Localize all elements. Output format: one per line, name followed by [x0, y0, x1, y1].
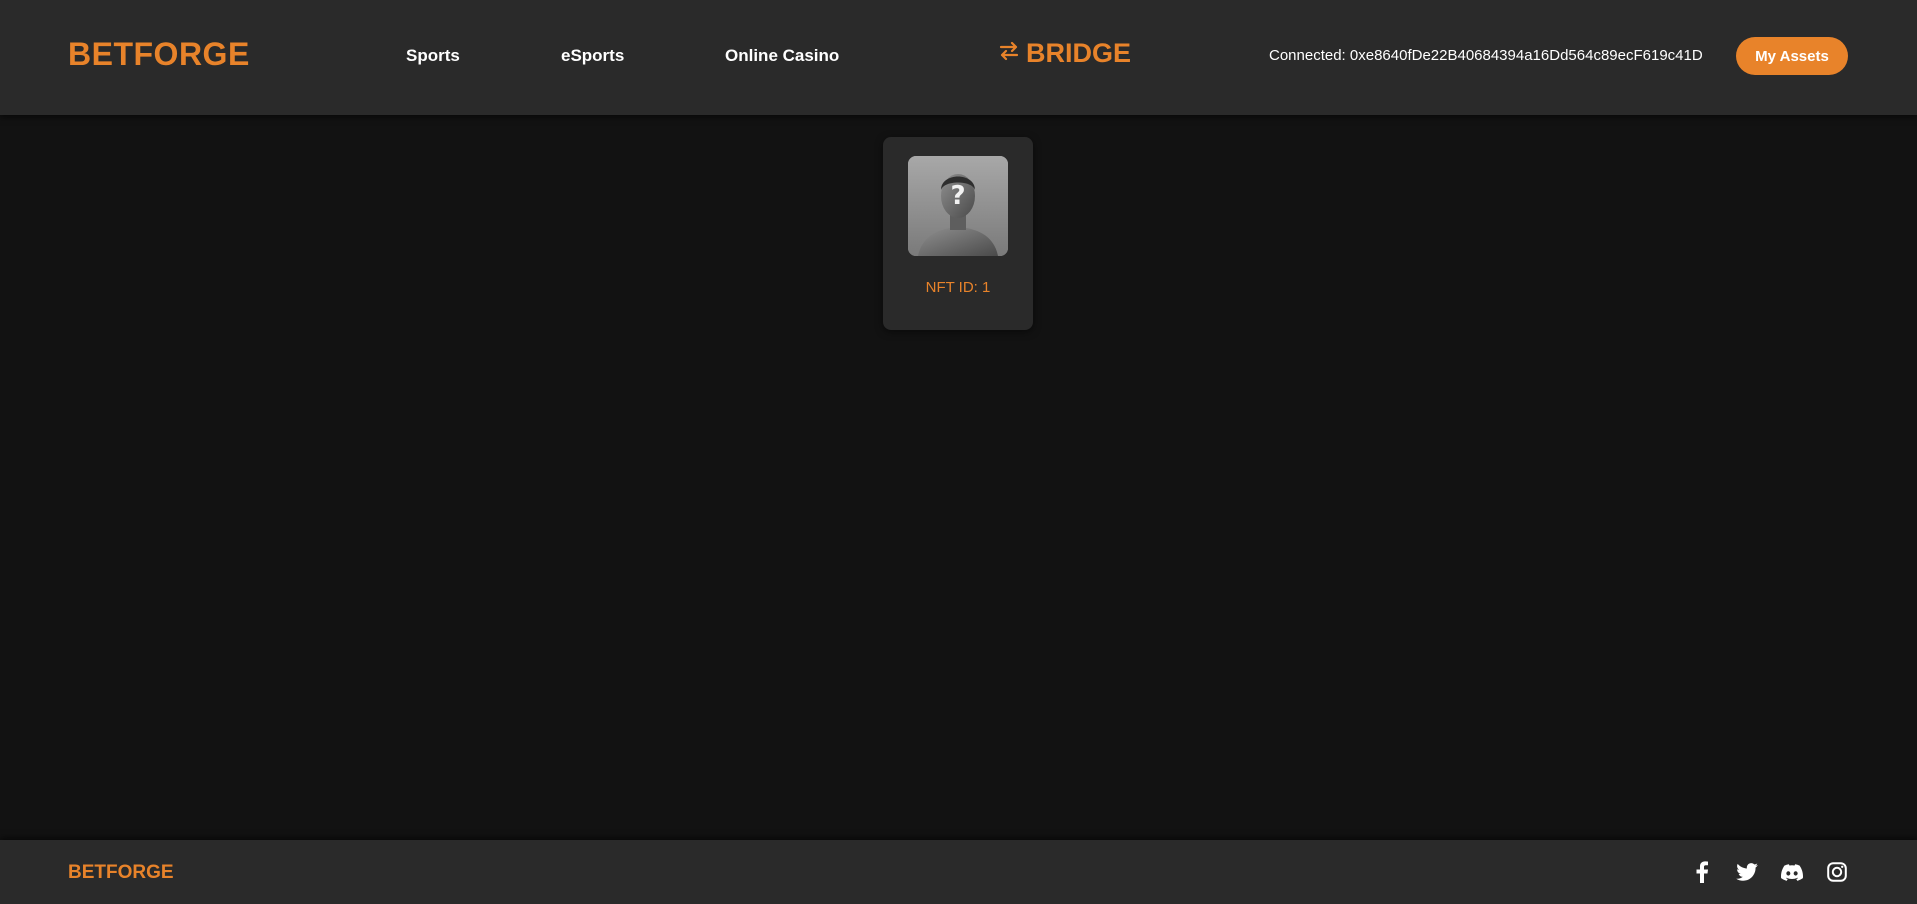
footer-brand-logo: BETFORGE [68, 862, 174, 883]
twitter-icon[interactable] [1735, 860, 1759, 884]
page-footer: BETFORGE [0, 840, 1917, 904]
instagram-icon[interactable] [1825, 860, 1849, 884]
nft-id-label: NFT ID: 1 [925, 279, 991, 296]
svg-text:?: ? [950, 181, 965, 211]
brand-logo[interactable]: BETFORGE [68, 36, 250, 73]
wallet-connected-status: Connected: 0xe8640fDe22B40684394a16Dd564… [1269, 47, 1703, 64]
nav-esports[interactable]: eSports [561, 46, 624, 66]
bridge-label: BRIDGE [1026, 38, 1132, 68]
top-header: BETFORGE Sports eSports Online Casino BR… [0, 0, 1917, 115]
nav-sports[interactable]: Sports [406, 46, 460, 66]
discord-icon[interactable] [1780, 860, 1804, 884]
nft-card[interactable]: ? NFT ID: 1 [883, 137, 1033, 330]
nav-online-casino[interactable]: Online Casino [725, 46, 839, 66]
swap-arrows-icon [998, 38, 1026, 69]
nft-image: ? [908, 156, 1008, 256]
bridge-link[interactable]: BRIDGE [998, 38, 1131, 69]
my-assets-button[interactable]: My Assets [1736, 37, 1848, 75]
facebook-icon[interactable] [1690, 860, 1714, 884]
